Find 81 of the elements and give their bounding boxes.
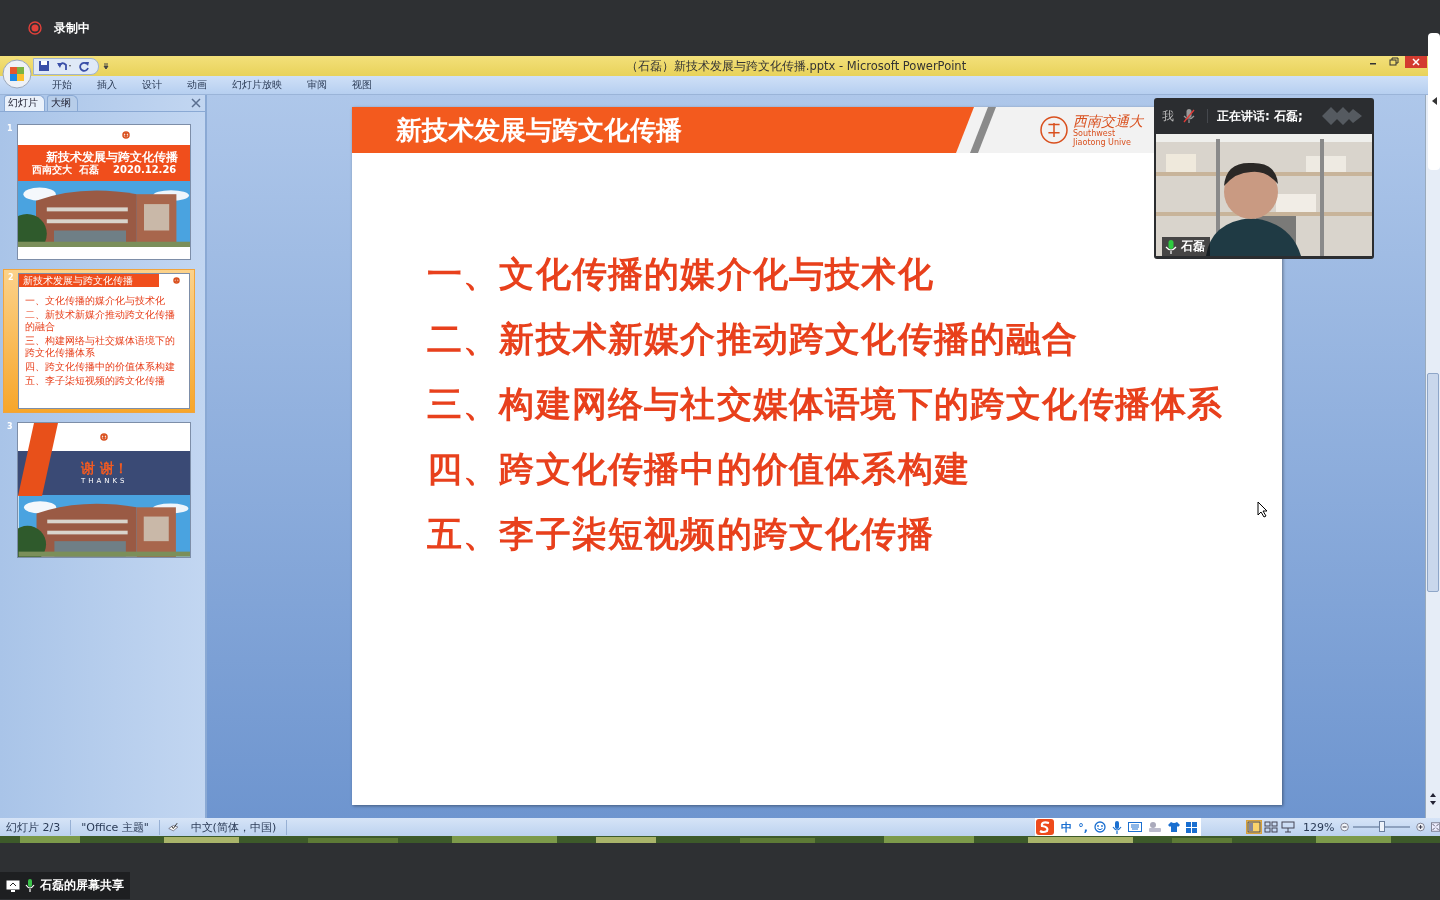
normal-view-icon[interactable] <box>1246 821 1261 833</box>
screen-icon <box>6 879 20 892</box>
zoom-level[interactable]: 129% <box>1302 820 1335 834</box>
slide-header: 新技术发展与跨文化传播 <box>22 274 134 287</box>
slide-sorter-icon[interactable] <box>1263 821 1278 833</box>
slide-row[interactable]: 1 新技术发展与跨文化传播 西南交大 石磊 2020.12.26 <box>3 121 195 263</box>
redo-icon[interactable] <box>78 60 90 72</box>
contents-item: 一、文化传播的媒介化与技术化 <box>427 253 935 295</box>
header-stripe <box>970 107 996 153</box>
microphone-icon <box>1165 239 1177 254</box>
muted-microphone-icon[interactable] <box>1183 109 1208 123</box>
ribbon-tab[interactable]: 动画 <box>180 77 214 93</box>
logo-icon <box>1040 116 1068 144</box>
ribbon-tab[interactable]: 设计 <box>135 77 169 93</box>
recording-label: 录制中 <box>54 19 90 37</box>
theme-name: "Office 主题" <box>79 819 160 835</box>
logo-icon <box>173 277 181 284</box>
panel-tab[interactable]: 大纲 <box>47 95 78 111</box>
slide-subtitle: 西南交大 石磊 2020.12.26 <box>32 164 177 176</box>
ribbon-tab[interactable]: 插入 <box>90 77 124 93</box>
undo-icon[interactable] <box>56 60 72 72</box>
language-label: 中文(简体，中国) <box>188 819 288 835</box>
shirt-icon[interactable] <box>1167 821 1180 833</box>
ribbon-tab[interactable]: 审阅 <box>300 77 334 93</box>
contents-item: 四、跨文化传播中的价值体系构建 <box>25 361 177 373</box>
smiley-icon[interactable] <box>1093 821 1106 833</box>
page-arrows-icon[interactable] <box>1428 792 1438 806</box>
scroll-thumb[interactable] <box>1427 373 1439 592</box>
zoom-in-icon[interactable] <box>1415 821 1425 833</box>
slide-number: 2 <box>8 273 15 282</box>
slide-number: 1 <box>7 124 14 133</box>
cursor-icon <box>1257 501 1268 518</box>
slide-number: 3 <box>7 422 14 431</box>
window-title: （石磊）新技术发展与跨文化传播.pptx - Microsoft PowerPoint <box>624 58 968 74</box>
scrollbar[interactable] <box>1425 95 1440 818</box>
contents-item: 三、构建网络与社交媒体语境下的跨文化传播体系 <box>427 383 1225 425</box>
ime-logo-icon[interactable] <box>1035 818 1056 836</box>
contents-item: 二、新技术新媒介推动跨文化传播的融合 <box>25 309 177 333</box>
self-label[interactable]: 我 <box>1162 107 1174 125</box>
input-mode[interactable]: 中 <box>1061 819 1073 835</box>
zoom-slider-thumb[interactable] <box>1379 821 1386 832</box>
ribbon-tab[interactable]: 视图 <box>345 77 379 93</box>
fit-window-icon[interactable] <box>1430 821 1440 833</box>
close-icon[interactable] <box>1405 56 1427 68</box>
ribbon-tab[interactable]: 开始 <box>45 77 79 93</box>
record-icon <box>28 21 42 35</box>
thanks-title: 谢 谢！ <box>80 460 128 477</box>
slide-thumbnail[interactable]: 新技术发展与跨文化传播 西南交大 石磊 2020.12.26 <box>17 124 191 260</box>
share-label: 石磊的屏幕共享 <box>40 877 124 894</box>
logo-icon <box>100 432 109 441</box>
contents-item: 二、新技术新媒介推动跨文化传播的融合 <box>427 318 1080 360</box>
logo-icon <box>1320 106 1364 126</box>
microphone-icon[interactable] <box>1111 820 1122 834</box>
logo-subtext: Southwest Jiaotong Unive <box>1073 129 1132 147</box>
slideshow-icon[interactable] <box>1280 821 1295 833</box>
contents-item: 三、构建网络与社交媒体语境下的跨文化传播体系 <box>25 335 177 359</box>
contents-item: 五、李子柒短视频的跨文化传播 <box>427 513 935 555</box>
keyboard-icon[interactable] <box>1127 822 1142 832</box>
ribbon-tab[interactable]: 幻灯片放映 <box>225 77 289 93</box>
participant-name: 石磊 <box>1181 238 1205 255</box>
zoom-out-icon[interactable] <box>1340 821 1350 833</box>
microphone-icon <box>25 879 35 892</box>
contents-item: 四、跨文化传播中的价值体系构建 <box>427 448 971 490</box>
slide-header: 新技术发展与跨文化传播 <box>395 113 682 147</box>
panel-tab[interactable]: 幻灯片 <box>4 95 45 111</box>
close-icon[interactable] <box>191 98 201 108</box>
side-panel-toggle[interactable] <box>1428 33 1440 170</box>
logo-icon <box>122 131 130 139</box>
slide-thumbnail[interactable]: 新技术发展与跨文化传播 一、文化传播的媒介化与技术化 二、新技术新媒介推动跨文化传播的融合 三、构建网络与社交媒体语境下的跨文化传播体系 四、跨文化传播中的价值体系构建 五、李子柒短视频的跨文化传播 <box>18 273 190 409</box>
slide-counter: 幻灯片 2/3 <box>4 819 72 835</box>
speaking-label: 正在讲话: 石磊; <box>1217 107 1304 125</box>
logo-text: 西南交通大 <box>1073 113 1145 129</box>
contents-item: 一、文化传播的媒介化与技术化 <box>25 295 167 307</box>
save-icon[interactable] <box>38 60 50 72</box>
punctuation-mode[interactable]: °, <box>1078 820 1088 834</box>
grid-icon[interactable] <box>1185 821 1197 833</box>
customize-icon[interactable] <box>103 62 109 70</box>
spellcheck-icon[interactable] <box>167 821 179 833</box>
slide-title: 新技术发展与跨文化传播 <box>44 150 178 164</box>
selected-slide-highlight[interactable]: 2 新技术发展与跨文化传播 一、文化传播的媒介化与技术化 二、新技术新媒介推动跨文化传播的融合 三、构建网络与社交媒体语境下的跨文化传播体系 四、跨文化传播中的价值体系构建 五、李子柒短视频的跨文化传播 <box>3 269 195 413</box>
contents-item: 五、李子柒短视频的跨文化传播 <box>25 375 167 387</box>
